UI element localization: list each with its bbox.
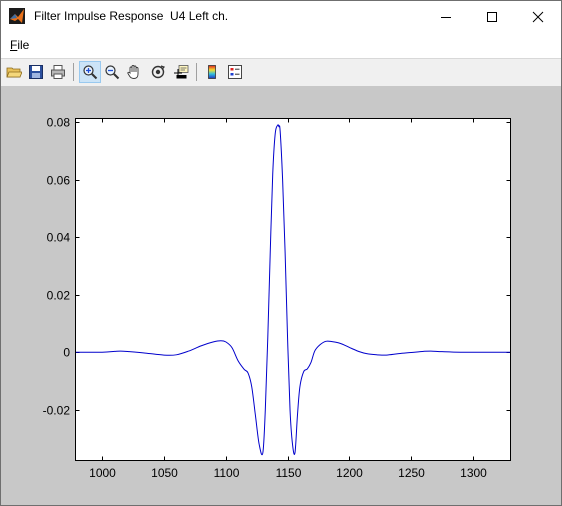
x-tick-label: 1100 bbox=[214, 466, 240, 480]
menu-bar: File bbox=[1, 34, 561, 56]
toolbar-separator bbox=[196, 63, 197, 81]
close-button[interactable] bbox=[515, 1, 561, 32]
data-cursor-button[interactable] bbox=[170, 61, 192, 83]
x-tick-label: 1200 bbox=[336, 466, 363, 480]
open-file-icon bbox=[6, 67, 22, 78]
legend-icon bbox=[228, 65, 242, 79]
x-tick-label: 1300 bbox=[460, 466, 487, 480]
toolbar-separator bbox=[73, 63, 74, 81]
matlab-app-icon bbox=[9, 8, 25, 24]
y-tick-label: 0.06 bbox=[47, 174, 71, 188]
title-bar[interactable]: Filter Impulse Response U4 Left ch. bbox=[1, 1, 561, 32]
plot-svg: 1000 1050 1100 1150 1200 1250 1300 0.08 0.06 0.04… bbox=[43, 116, 511, 480]
y-tick-label: -0.02 bbox=[43, 404, 71, 418]
y-tick-label: 0.04 bbox=[47, 231, 71, 245]
y-tick-label: 0.02 bbox=[47, 289, 71, 303]
zoom-out-button[interactable] bbox=[101, 61, 123, 83]
x-tick-label: 1000 bbox=[89, 466, 116, 480]
insert-colorbar-button[interactable] bbox=[201, 61, 223, 83]
x-tick-label: 1150 bbox=[276, 466, 302, 480]
rotate-3d-button[interactable] bbox=[147, 61, 169, 83]
insert-legend-button[interactable] bbox=[224, 61, 246, 83]
rotate-3d-icon bbox=[151, 65, 166, 79]
figure-window: Filter Impulse Response U4 Left ch. File bbox=[0, 0, 562, 506]
open-file-button[interactable] bbox=[3, 61, 25, 83]
print-icon bbox=[51, 65, 65, 79]
save-icon bbox=[29, 65, 43, 79]
figure-toolbar bbox=[1, 58, 561, 87]
pan-hand-icon bbox=[127, 65, 139, 79]
data-cursor-icon bbox=[174, 65, 189, 79]
menu-file[interactable]: File bbox=[10, 38, 29, 52]
menu-file-label: ile bbox=[17, 38, 30, 52]
window-title: Filter Impulse Response U4 Left ch. bbox=[34, 9, 229, 23]
save-button[interactable] bbox=[25, 61, 47, 83]
y-tick-label: 0.08 bbox=[47, 116, 71, 130]
colorbar-icon bbox=[208, 65, 216, 79]
axes-area[interactable] bbox=[75, 118, 511, 461]
maximize-button[interactable] bbox=[469, 1, 515, 32]
y-tick-label: 0 bbox=[63, 346, 70, 360]
zoom-in-icon bbox=[83, 65, 98, 80]
x-tick-label: 1250 bbox=[398, 466, 425, 480]
zoom-in-button[interactable] bbox=[79, 61, 101, 83]
zoom-out-icon bbox=[105, 65, 120, 80]
maximize-icon bbox=[487, 11, 497, 22]
figure-canvas[interactable]: 1000 1050 1100 1150 1200 1250 1300 0.08 0.06 0.04… bbox=[1, 86, 561, 505]
minimize-button[interactable] bbox=[423, 1, 469, 32]
x-tick-label: 1050 bbox=[151, 466, 178, 480]
minimize-icon bbox=[441, 16, 451, 18]
pan-button[interactable] bbox=[123, 61, 145, 83]
print-button[interactable] bbox=[47, 61, 69, 83]
close-icon bbox=[532, 11, 544, 22]
